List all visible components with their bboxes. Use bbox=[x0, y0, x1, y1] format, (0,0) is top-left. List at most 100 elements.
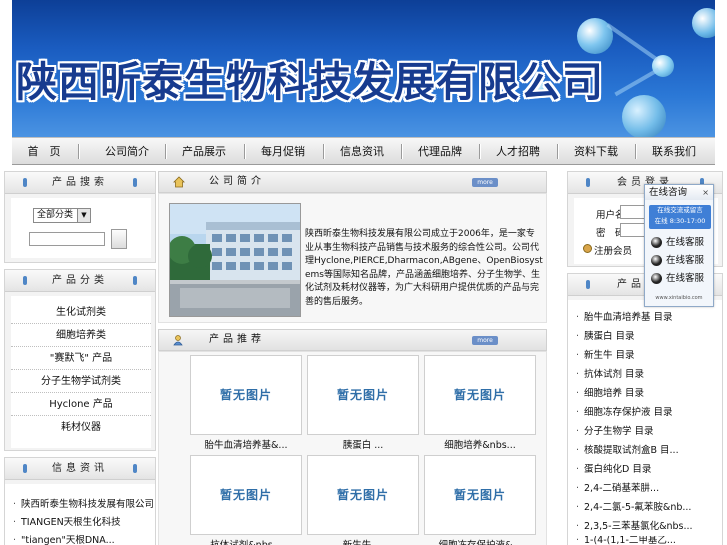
no-image-placeholder: 暂无图片 bbox=[453, 488, 506, 502]
products-title: 产品推荐 bbox=[209, 334, 265, 345]
product-image[interactable]: 暂无图片 bbox=[190, 355, 302, 435]
directory-item[interactable]: · 2,4-二氯-5-氟苯胺&nb... bbox=[576, 498, 716, 517]
qq-agent[interactable]: 在线客服 bbox=[651, 272, 704, 286]
qq-agent[interactable]: 在线客服 bbox=[651, 254, 704, 268]
molecule-bond-decoration bbox=[614, 67, 660, 97]
product-name[interactable]: 细胞冻存保护液&... bbox=[424, 537, 536, 545]
directory-item[interactable]: · 2,4-二硝基苯肼... bbox=[576, 479, 716, 498]
product-name[interactable]: 新生牛 ... bbox=[307, 537, 419, 545]
category-item[interactable]: "赛默飞" 产品 bbox=[11, 348, 151, 370]
directory-item[interactable]: · 核酸提取试剂盒B 目... bbox=[576, 441, 716, 460]
search-button[interactable] bbox=[111, 229, 127, 249]
qq-penguin-icon bbox=[651, 255, 662, 266]
company-building-photo bbox=[168, 204, 300, 316]
nav-item-news[interactable]: 信息资讯 bbox=[327, 138, 397, 165]
directory-item-label: 2,4-二硝基苯肼... bbox=[584, 483, 660, 494]
search-form: 全部分类 ▼ bbox=[11, 198, 151, 258]
news-panel: 信息资讯 · 陕西昕泰生物科技发展有限公司 · TIANGEN天根生化科技 · "ti… bbox=[4, 457, 156, 545]
news-item[interactable]: · TIANGEN天根生化科技 bbox=[13, 514, 153, 532]
news-list: · 陕西昕泰生物科技发展有限公司 · TIANGEN天根生化科技 · "tiangen… bbox=[5, 484, 155, 545]
intro-body: 陕西昕泰生物科技发展有限公司成立于2006年，是一家专业从事生物科技产品销售与技… bbox=[158, 193, 547, 323]
nav-item-home[interactable]: 首 页 bbox=[12, 138, 76, 165]
nav-item-about[interactable]: 公司简介 bbox=[92, 138, 162, 165]
intro-title: 公司简介 bbox=[209, 176, 265, 187]
intro-header: 公司简介 more bbox=[158, 171, 547, 193]
product-image[interactable]: 暂无图片 bbox=[424, 355, 536, 435]
qq-penguin-icon bbox=[651, 273, 662, 284]
panel-header: 产品搜索 bbox=[5, 172, 155, 194]
no-image-placeholder: 暂无图片 bbox=[336, 488, 389, 502]
directory-item[interactable]: · 新生牛 目录 bbox=[576, 346, 716, 365]
qq-agent-label: 在线客服 bbox=[666, 273, 705, 284]
directory-item[interactable]: · 1-(4-(1,1-二甲基乙... bbox=[576, 536, 716, 545]
directory-item[interactable]: · 细胞冻存保护液 目录 bbox=[576, 403, 716, 422]
category-item[interactable]: 耗材仪器 bbox=[11, 417, 151, 439]
nav-item-contact[interactable]: 联系我们 bbox=[639, 138, 709, 165]
service-hours: 在线交流或留言 在线 8:30-17:00 bbox=[649, 205, 711, 229]
category-item[interactable]: 分子生物学试剂类 bbox=[11, 371, 151, 393]
molecule-decoration bbox=[692, 8, 715, 38]
directory-item[interactable]: · 胎牛血清培养基 目录 bbox=[576, 308, 716, 327]
close-icon[interactable]: × bbox=[702, 189, 709, 197]
panel-header: 信息资讯 bbox=[5, 458, 155, 480]
directory-item[interactable]: · 抗体试剂 目录 bbox=[576, 365, 716, 384]
username-field[interactable] bbox=[620, 205, 646, 219]
directory-item-label: 核酸提取试剂盒B 目... bbox=[584, 445, 679, 456]
no-image-placeholder: 暂无图片 bbox=[336, 388, 389, 402]
nav-divider bbox=[635, 144, 637, 159]
password-field[interactable] bbox=[620, 223, 646, 237]
product-search-panel: 产品搜索 全部分类 ▼ bbox=[4, 171, 156, 263]
molecule-decoration bbox=[622, 95, 666, 137]
directory-item[interactable]: · 细胞培养 目录 bbox=[576, 384, 716, 403]
search-input[interactable] bbox=[29, 232, 105, 246]
nav-divider bbox=[401, 144, 403, 159]
widget-footer: www.xintaibio.com bbox=[655, 295, 703, 301]
panel-header: 产品分类 bbox=[5, 270, 155, 292]
product-image[interactable]: 暂无图片 bbox=[307, 455, 419, 535]
category-item[interactable]: 生化试剂类 bbox=[11, 302, 151, 324]
qq-agent[interactable]: 在线客服 bbox=[651, 236, 704, 250]
category-list: 生化试剂类 细胞培养类 "赛默飞" 产品 分子生物学试剂类 Hyclone 产品… bbox=[11, 296, 151, 448]
news-item-label: 陕西昕泰生物科技发展有限公司 bbox=[21, 499, 153, 510]
register-link[interactable]: 注册会员 bbox=[594, 243, 632, 257]
header-pin-icon bbox=[133, 178, 137, 187]
product-image[interactable]: 暂无图片 bbox=[190, 455, 302, 535]
product-name[interactable]: 抗体试剂&nbs... bbox=[190, 537, 302, 545]
intro-more-button[interactable]: more bbox=[472, 178, 498, 187]
chevron-down-icon[interactable]: ▼ bbox=[77, 209, 90, 222]
directory-item-label: 胰蛋白 目录 bbox=[584, 331, 635, 342]
news-item[interactable]: · "tiangen"天根DNA... bbox=[13, 532, 153, 545]
nav-item-brands[interactable]: 代理品牌 bbox=[405, 138, 475, 165]
directory-item-label: 抗体试剂 目录 bbox=[584, 369, 645, 380]
directory-item-label: 细胞冻存保护液 目录 bbox=[584, 407, 673, 418]
directory-item[interactable]: · 分子生物学 目录 bbox=[576, 422, 716, 441]
qq-agent-label: 在线客服 bbox=[666, 237, 705, 248]
product-name[interactable]: 胰蛋白 ... bbox=[307, 437, 419, 451]
nav-divider bbox=[479, 144, 481, 159]
category-item[interactable]: Hyclone 产品 bbox=[11, 394, 151, 416]
header-banner: 陕西昕泰生物科技发展有限公司 bbox=[12, 0, 715, 137]
directory-item[interactable]: · 胰蛋白 目录 bbox=[576, 327, 716, 346]
home-icon bbox=[173, 176, 185, 188]
nav-divider bbox=[78, 144, 80, 159]
product-image[interactable]: 暂无图片 bbox=[307, 355, 419, 435]
news-item[interactable]: · 陕西昕泰生物科技发展有限公司 bbox=[13, 496, 153, 514]
product-name[interactable]: 胎牛血清培养基&... bbox=[190, 437, 302, 451]
nav-divider bbox=[557, 144, 559, 159]
service-hours-line1: 在线交流或留言 bbox=[657, 206, 703, 214]
product-name[interactable]: 细胞培养&nbs... bbox=[424, 437, 536, 451]
products-more-button[interactable]: more bbox=[472, 336, 498, 345]
directory-item[interactable]: · 蛋白纯化D 目录 bbox=[576, 460, 716, 479]
no-image-placeholder: 暂无图片 bbox=[219, 488, 272, 502]
product-image[interactable]: 暂无图片 bbox=[424, 455, 536, 535]
no-image-placeholder: 暂无图片 bbox=[219, 388, 272, 402]
category-item[interactable]: 细胞培养类 bbox=[11, 325, 151, 347]
nav-item-promotions[interactable]: 每月促销 bbox=[248, 138, 318, 165]
news-item-label: "tiangen"天根DNA... bbox=[21, 535, 115, 545]
nav-item-products[interactable]: 产品展示 bbox=[169, 138, 239, 165]
category-select[interactable]: 全部分类 ▼ bbox=[33, 208, 91, 223]
company-photo bbox=[168, 203, 301, 317]
nav-item-jobs[interactable]: 人才招聘 bbox=[483, 138, 553, 165]
nav-item-downloads[interactable]: 资料下载 bbox=[561, 138, 631, 165]
directory-item[interactable]: · 2,3,5-三苯基氯化&nbs... bbox=[576, 517, 716, 536]
